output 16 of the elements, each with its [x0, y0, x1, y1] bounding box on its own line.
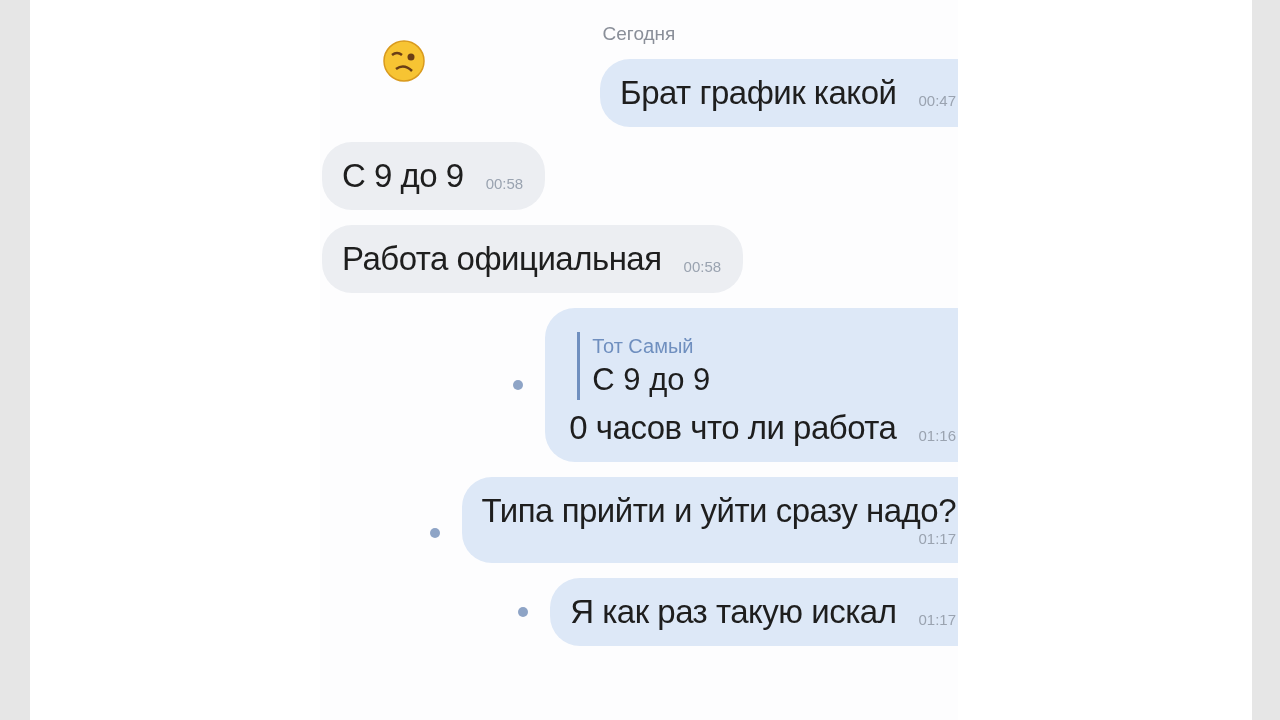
message-text: С 9 до 9	[342, 156, 464, 196]
message-text: Типа прийти и уйти сразу надо?	[481, 491, 956, 531]
message-time: 01:17	[918, 610, 956, 630]
quoted-text: С 9 до 9	[592, 361, 712, 399]
reply-author: Тот Самый	[592, 334, 695, 359]
message-time: 01:17	[918, 529, 956, 549]
message-time: 00:58	[683, 257, 722, 277]
message-text: Работа официальная	[342, 239, 662, 279]
message-text: Я как раз такую искал	[570, 592, 897, 632]
message-text: 0 часов что ли работа	[569, 408, 897, 448]
message-time: 00:58	[485, 174, 524, 194]
message-text: Брат график какой	[620, 73, 897, 113]
message-time: 00:47	[918, 91, 956, 111]
emoji-icon	[382, 39, 426, 83]
message-time: 01:16	[918, 426, 956, 446]
date-label: Сегодня	[601, 22, 677, 46]
